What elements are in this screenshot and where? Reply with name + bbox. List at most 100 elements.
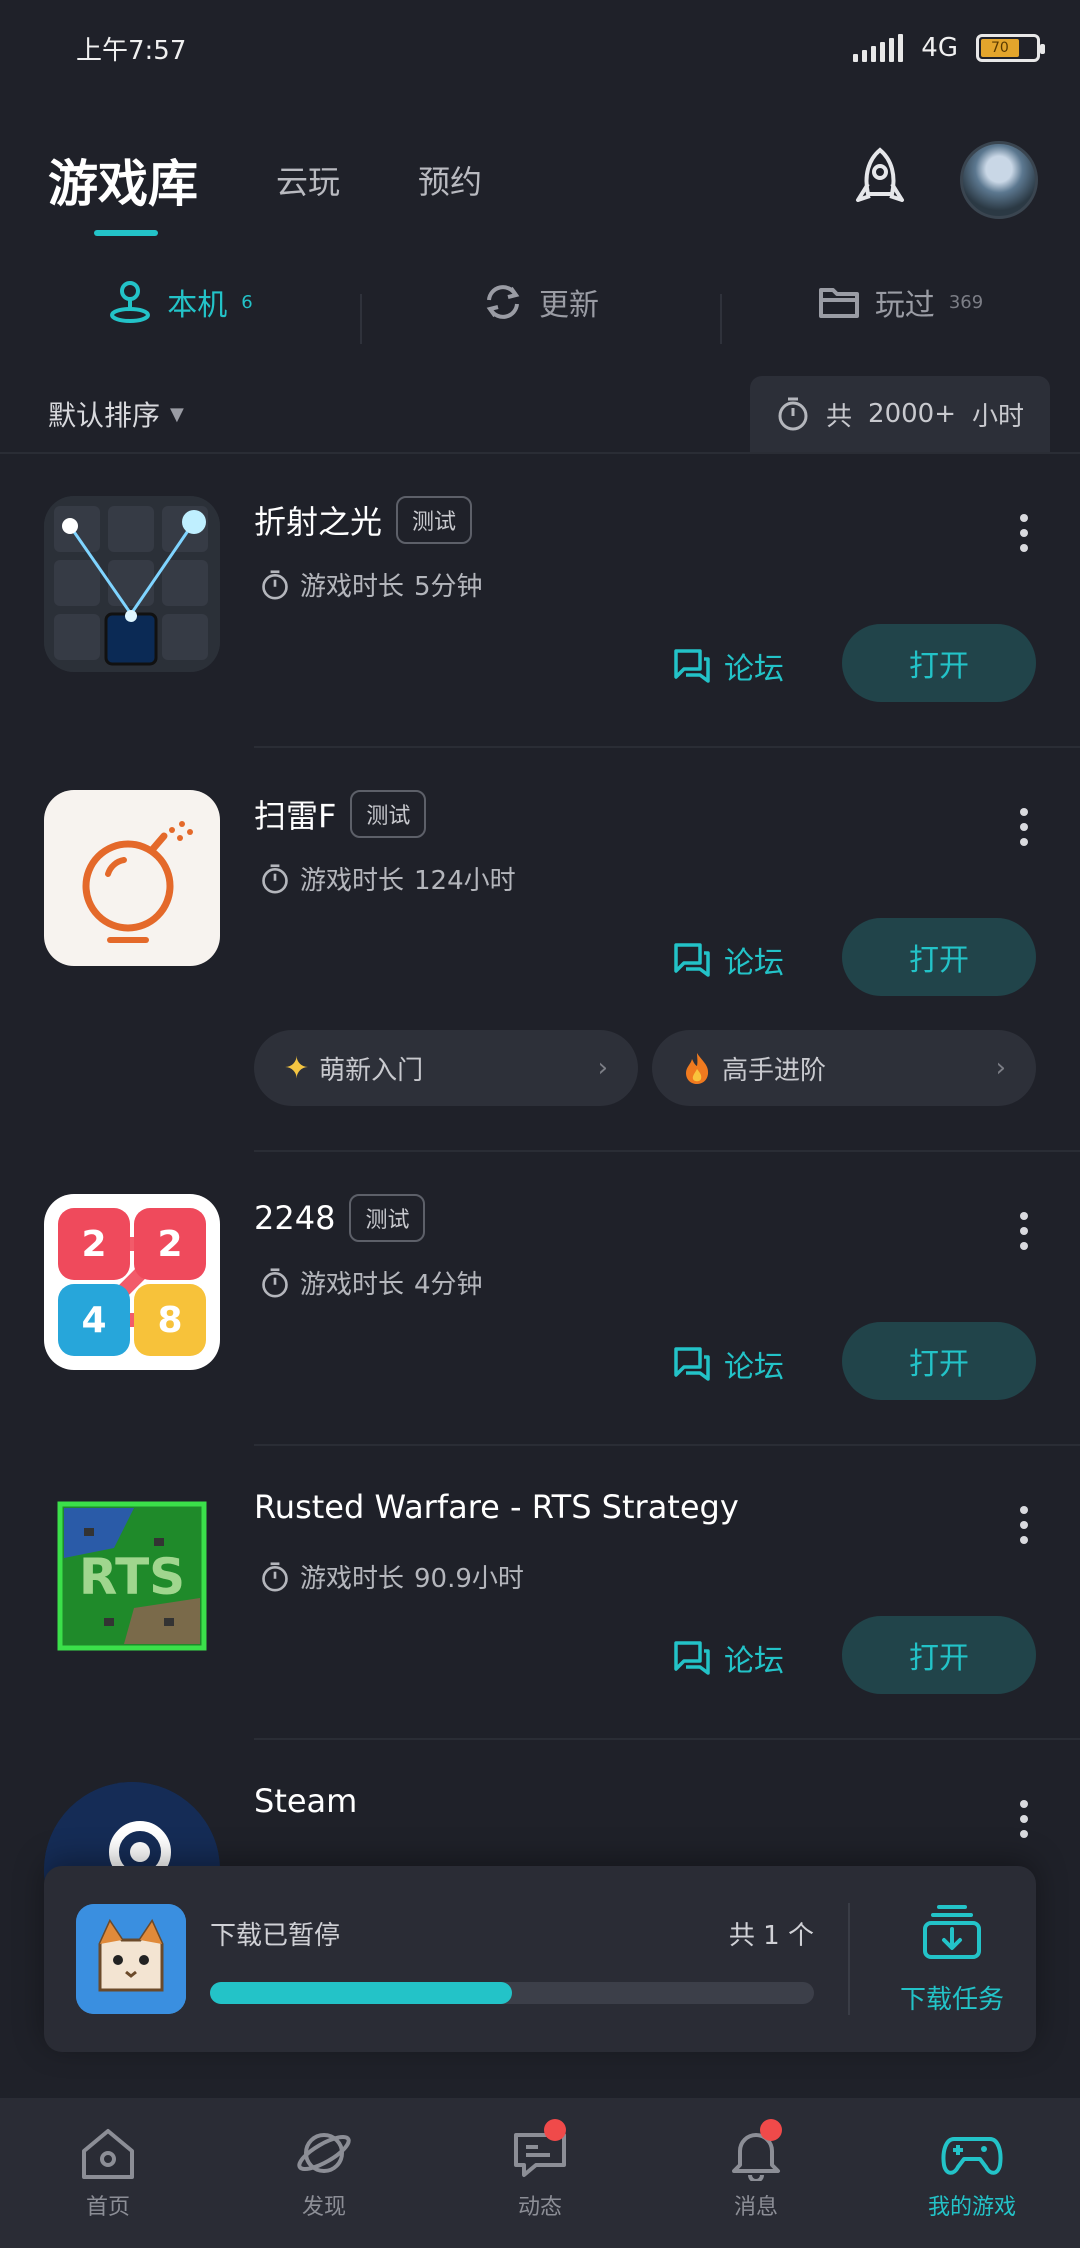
game-title[interactable]: 扫雷F (254, 791, 336, 837)
playtime-label: 游戏时长 (300, 572, 405, 602)
avatar[interactable] (960, 141, 1038, 219)
more-options-icon[interactable] (1016, 808, 1032, 846)
forum-button[interactable]: 论坛 (672, 938, 784, 982)
more-options-icon[interactable] (1016, 1800, 1032, 1838)
total-playtime: 共 2000+ 小时 (750, 376, 1050, 452)
game-item: 扫雷F 测试 游戏时长 124小时 论坛 打开 ✦ 萌新入门 › 高手进阶 › (0, 748, 1080, 1152)
guide-label: 高手进阶 (722, 1055, 827, 1086)
download-count: 共 1 个 (728, 1920, 814, 1951)
notification-badge (760, 2119, 782, 2141)
subtab-updates[interactable]: 更新 (360, 280, 720, 344)
sort-row: 默认排序 ▼ 共 2000+ 小时 (48, 376, 1050, 452)
test-tag: 测试 (349, 1194, 426, 1242)
guide-advanced-button[interactable]: 高手进阶 › (652, 1030, 1036, 1106)
playtime-label: 游戏时长 (300, 1270, 405, 1300)
game-title[interactable]: Rusted Warfare - RTS Strategy (254, 1488, 739, 1526)
open-button[interactable]: 打开 (842, 918, 1036, 996)
forum-button[interactable]: 论坛 (672, 644, 784, 688)
nav-discover[interactable]: 发现 (216, 2125, 432, 2221)
download-status-row: 下载已暂停 共 1 个 (210, 1915, 814, 1952)
playtime-value: 4分钟 (414, 1270, 483, 1300)
nav-home[interactable]: 首页 (0, 2125, 216, 2221)
game-icon-refraction[interactable] (44, 496, 220, 672)
subtab-played[interactable]: 玩过 369 (720, 280, 1080, 344)
game-title-row: 2248 测试 (254, 1194, 426, 1242)
download-panel[interactable]: 下载已暂停 共 1 个 下载任务 (44, 1866, 1036, 2052)
playtime-row: 游戏时长 4分钟 (260, 1264, 483, 1301)
tab-reservations[interactable]: 预约 (418, 157, 482, 203)
joystick-icon (110, 281, 151, 323)
top-actions (844, 141, 1038, 219)
game-icon-minesweeper[interactable] (44, 790, 220, 966)
caret-down-icon[interactable]: ▼ (170, 404, 184, 425)
nav-label: 发现 (301, 2195, 346, 2220)
download-tasks-button[interactable]: 下载任务 (900, 1903, 1004, 2016)
folder-icon (818, 288, 859, 318)
planet-icon (297, 2133, 351, 2173)
open-button[interactable]: 打开 (842, 1322, 1036, 1400)
game-title-row: Rusted Warfare - RTS Strategy (254, 1488, 739, 1526)
divider (848, 1903, 850, 2015)
playtime-row: 游戏时长 90.9小时 (260, 1558, 524, 1595)
game-icon-rusted-warfare[interactable]: RTS (44, 1488, 220, 1664)
total-unit: 小时 (971, 401, 1024, 432)
guide-label: 萌新入门 (319, 1055, 424, 1086)
subtab-played-label: 玩过 (874, 288, 935, 323)
sort-dropdown[interactable]: 默认排序 (48, 394, 160, 434)
playtime-label: 游戏时长 (300, 1564, 405, 1594)
rts-label: RTS (79, 1548, 185, 1606)
notification-badge (544, 2119, 566, 2141)
game-title-row: Steam (254, 1782, 357, 1820)
game-item: 折射之光 测试 游戏时长 5分钟 论坛 打开 (0, 454, 1080, 748)
test-tag: 测试 (350, 790, 427, 838)
download-progress-fill (210, 1981, 512, 2004)
guide-beginner-button[interactable]: ✦ 萌新入门 › (254, 1030, 638, 1106)
forum-button[interactable]: 论坛 (672, 1636, 784, 1680)
forum-icon (674, 1347, 710, 1381)
nav-messages[interactable]: 消息 (648, 2119, 864, 2221)
tab-cloud-play[interactable]: 云玩 (276, 157, 340, 203)
timer-icon (262, 1267, 288, 1298)
battery-icon: 70 (976, 34, 1045, 62)
playtime-value: 5分钟 (414, 572, 483, 602)
rts-game-art: RTS (57, 1501, 207, 1651)
open-button[interactable]: 打开 (842, 1616, 1036, 1694)
test-tag: 测试 (396, 496, 473, 544)
rocket-icon[interactable] (844, 144, 916, 216)
flame-icon (686, 1053, 709, 1084)
more-options-icon[interactable] (1016, 1506, 1032, 1544)
cat-game-icon (76, 1904, 186, 2014)
forum-button[interactable]: 论坛 (672, 1342, 784, 1386)
nav-label: 首页 (85, 2195, 130, 2220)
status-indicators: 4G 70 (853, 33, 1045, 63)
playtime-row: 游戏时长 124小时 (260, 860, 516, 897)
gamepad-icon (941, 2137, 1003, 2175)
forum-label: 论坛 (724, 1350, 784, 1385)
game-title[interactable]: Steam (254, 1782, 357, 1820)
nav-label: 动态 (517, 2195, 562, 2220)
nav-my-games[interactable]: 我的游戏 (864, 2125, 1080, 2221)
download-status-label: 下载已暂停 (210, 1920, 341, 1951)
more-options-icon[interactable] (1016, 514, 1032, 552)
forum-icon (674, 1641, 710, 1675)
game-icon-2248[interactable]: 2 2 4 8 (44, 1194, 220, 1370)
tab-game-library[interactable]: 游戏库 (48, 144, 198, 236)
game-title[interactable]: 2248 (254, 1199, 335, 1237)
playtime-label: 游戏时长 (300, 866, 405, 896)
total-prefix: 共 (826, 401, 853, 432)
nav-feed[interactable]: 动态 (432, 2119, 648, 2221)
subtab-played-count: 369 (948, 291, 984, 313)
refraction-game-art (44, 496, 220, 672)
tiles-2248-art: 2 2 4 8 (58, 1208, 206, 1356)
more-options-icon[interactable] (1016, 1212, 1032, 1250)
bomb-icon (82, 821, 193, 943)
top-tabs: 游戏库 云玩 预约 (48, 120, 1038, 240)
playtime-value: 90.9小时 (414, 1564, 524, 1594)
game-title-row: 扫雷F 测试 (254, 790, 427, 838)
playtime-row: 游戏时长 5分钟 (260, 566, 483, 603)
open-button[interactable]: 打开 (842, 624, 1036, 702)
game-title[interactable]: 折射之光 (254, 497, 382, 543)
subtab-local[interactable]: 本机 6 (0, 279, 360, 325)
timer-icon (262, 569, 288, 600)
download-tray-icon (922, 1904, 981, 1959)
